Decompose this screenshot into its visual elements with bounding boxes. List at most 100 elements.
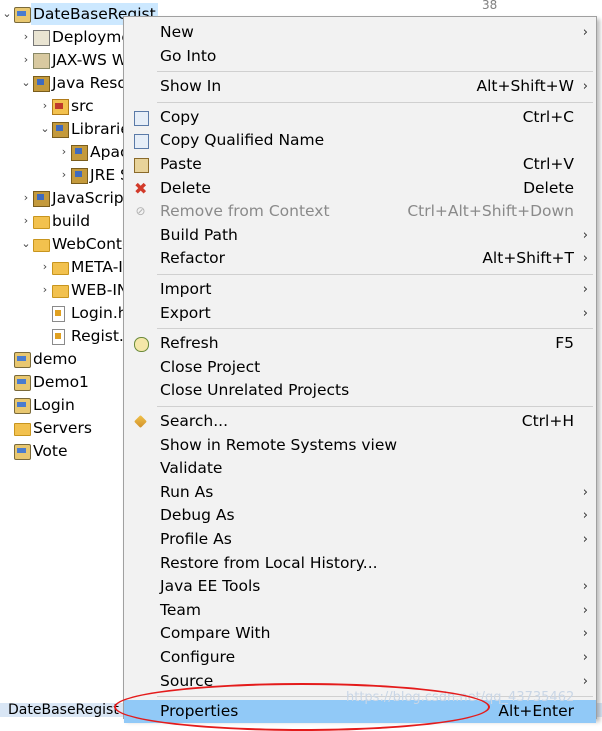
menu-delete[interactable]: ✖ Delete Delete <box>124 177 596 200</box>
chevron-right-icon[interactable]: › <box>59 164 69 186</box>
tree-item-label: Login.h <box>71 304 128 322</box>
tree-item-label: build <box>52 212 91 230</box>
tree-item-label: META-I <box>71 258 123 276</box>
chevron-right-icon[interactable]: › <box>21 49 31 71</box>
chevron-right-icon[interactable]: › <box>40 256 50 278</box>
menu-item-label: Show in Remote Systems view <box>160 435 398 454</box>
menu-java-ee-tools[interactable]: Java EE Tools › <box>124 575 596 598</box>
chevron-right-icon[interactable]: › <box>21 187 31 209</box>
chevron-down-icon[interactable]: ⌄ <box>21 72 31 94</box>
menu-debug-as[interactable]: Debug As › <box>124 504 596 527</box>
menu-go-into[interactable]: Go Into <box>124 45 596 68</box>
chevron-right-icon[interactable]: › <box>21 26 31 48</box>
file-icon <box>52 306 65 322</box>
lib-icon <box>52 122 69 138</box>
chevron-down-icon[interactable]: ⌄ <box>2 3 12 25</box>
chevron-down-icon[interactable]: ⌄ <box>21 233 31 255</box>
menu-refactor[interactable]: Refactor Alt+Shift+T › <box>124 247 596 270</box>
menu-paste[interactable]: Paste Ctrl+V <box>124 153 596 176</box>
menu-refresh[interactable]: Refresh F5 <box>124 332 596 355</box>
chevron-right-icon[interactable]: › <box>21 210 31 232</box>
submenu-arrow-icon: › <box>582 25 588 40</box>
file-icon <box>52 329 65 345</box>
chevron-right-icon[interactable]: › <box>59 141 69 163</box>
menu-team[interactable]: Team › <box>124 599 596 622</box>
folder-icon <box>52 285 69 298</box>
folder-icon <box>14 423 31 436</box>
tree-item-label: JavaScript <box>52 189 130 207</box>
bottom-tab-label[interactable]: DateBaseRegist <box>8 703 119 717</box>
lib-icon <box>33 76 50 92</box>
remove-icon: ⊘ <box>135 204 146 219</box>
chevron-right-icon[interactable]: › <box>40 279 50 301</box>
menu-item-label: Close Unrelated Projects <box>160 381 350 400</box>
menu-item-shortcut: Ctrl+Alt+Shift+Down <box>407 202 574 221</box>
lib-icon <box>71 145 88 161</box>
menu-copy-qualified-name[interactable]: Copy Qualified Name <box>124 129 596 152</box>
menu-item-label: Source <box>160 671 214 690</box>
menu-close-unrelated-projects[interactable]: Close Unrelated Projects <box>124 379 596 402</box>
menu-item-shortcut: Ctrl+V <box>522 155 574 173</box>
menu-validate[interactable]: Validate <box>124 457 596 480</box>
submenu-arrow-icon: › <box>582 508 588 524</box>
menu-close-project[interactable]: Close Project <box>124 356 596 379</box>
menu-profile-as[interactable]: Profile As › <box>124 528 596 551</box>
menu-separator <box>157 71 593 73</box>
tree-item-label: src <box>71 97 94 115</box>
tree-item-label: Demo1 <box>33 373 89 391</box>
refresh-icon <box>134 337 149 353</box>
project-icon <box>14 444 31 460</box>
copy-icon <box>134 134 149 150</box>
paste-icon <box>134 158 149 173</box>
submenu-arrow-icon: › <box>582 251 588 267</box>
project-icon <box>14 352 31 368</box>
tree-item-label: Deployme <box>52 28 131 46</box>
menu-item-shortcut: Alt+Shift+T <box>482 249 574 268</box>
menu-item-label: Team <box>160 600 201 619</box>
menu-remove-from-context: ⊘ Remove from Context Ctrl+Alt+Shift+Down <box>124 200 596 223</box>
menu-item-label: Remove from Context <box>160 202 330 221</box>
menu-import[interactable]: Import › <box>124 278 596 301</box>
tree-item-label: Login <box>33 396 75 414</box>
menu-item-label: Properties <box>160 702 239 721</box>
menu-item-label: Restore from Local History... <box>160 553 378 572</box>
tree-item-label: demo <box>33 350 77 368</box>
chevron-right-icon[interactable]: › <box>40 95 50 117</box>
editor-line-number: 38 <box>482 0 498 12</box>
menu-separator <box>157 101 593 103</box>
menu-item-label: Paste <box>160 155 202 173</box>
menu-search[interactable]: Search... Ctrl+H <box>124 410 596 433</box>
submenu-arrow-icon: › <box>582 79 588 95</box>
menu-separator <box>157 406 593 407</box>
menu-show-in-remote-systems[interactable]: Show in Remote Systems view <box>124 434 596 457</box>
submenu-arrow-icon: › <box>582 282 588 297</box>
folder-icon <box>33 239 50 252</box>
menu-copy[interactable]: Copy Ctrl+C <box>124 106 596 129</box>
chevron-down-icon[interactable]: ⌄ <box>40 118 50 140</box>
copy-icon <box>134 110 149 126</box>
watermark-text: https://blog.csdn.net/qq_43735462 <box>346 690 575 705</box>
menu-item-shortcut: F5 <box>555 334 574 353</box>
submenu-arrow-icon: › <box>582 602 588 618</box>
lib-icon <box>33 191 50 207</box>
menu-new[interactable]: New › <box>124 21 596 44</box>
deploy-icon <box>33 30 50 46</box>
menu-build-path[interactable]: Build Path › <box>124 224 596 247</box>
search-icon <box>134 415 147 428</box>
menu-item-label: Go Into <box>160 46 217 65</box>
menu-item-label: Copy Qualified Name <box>160 131 325 150</box>
menu-configure[interactable]: Configure › <box>124 646 596 669</box>
menu-run-as[interactable]: Run As › <box>124 481 596 504</box>
tree-item-label: WebConte <box>52 235 132 253</box>
menu-export[interactable]: Export › <box>124 302 596 325</box>
menu-item-shortcut: Ctrl+H <box>521 412 574 430</box>
menu-restore-local-history[interactable]: Restore from Local History... <box>124 552 596 575</box>
menu-item-label: Java EE Tools <box>160 577 261 596</box>
menu-show-in[interactable]: Show In Alt+Shift+W › <box>124 75 596 98</box>
menu-item-label: Refactor <box>160 249 226 268</box>
submenu-arrow-icon: › <box>582 532 588 547</box>
submenu-arrow-icon: › <box>582 650 588 665</box>
menu-item-shortcut: Delete <box>523 178 574 197</box>
menu-item-label: Validate <box>160 459 223 478</box>
menu-compare-with[interactable]: Compare With › <box>124 622 596 645</box>
